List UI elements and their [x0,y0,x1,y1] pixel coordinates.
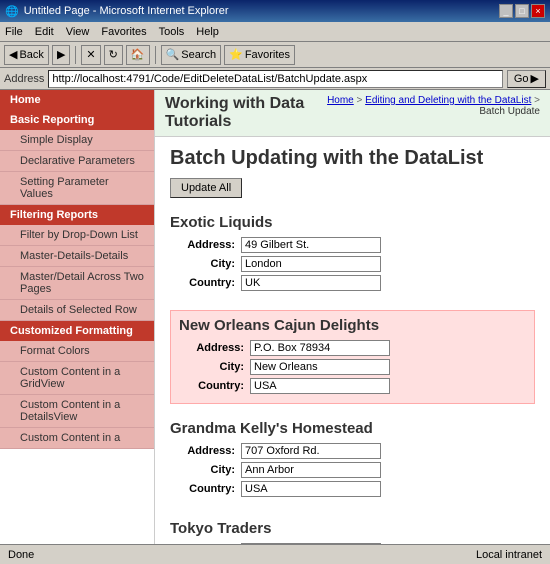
zone-text: Local intranet [476,549,542,561]
sidebar-item-custom-content-other[interactable]: Custom Content in a [0,428,154,449]
country-label-0: Country: [170,277,235,289]
site-title: Working with Data Tutorials [165,95,327,131]
city-label-2: City: [170,464,235,476]
menu-bar: File Edit View Favorites Tools Help [0,22,550,42]
sidebar-item-filter-dropdown[interactable]: Filter by Drop-Down List [0,225,154,246]
go-button[interactable]: Go ▶ [507,70,546,88]
sidebar-item-declarative-parameters[interactable]: Declarative Parameters [0,151,154,172]
sidebar-item-custom-content-detailsview[interactable]: Custom Content in a DetailsView [0,395,154,428]
page-header: Working with Data Tutorials Home > Editi… [155,90,550,137]
address-label-2: Address: [170,445,235,457]
address-row-2: Address: [170,443,535,459]
address-label-0: Address: [170,239,235,251]
country-row-0: Country: [170,275,535,291]
ie-icon: 🌐 [5,5,19,18]
sidebar-item-master-details[interactable]: Master-Details-Details [0,246,154,267]
address-input[interactable] [48,70,502,88]
window-controls: _ □ × [499,4,545,18]
company-block-0: Exotic Liquids Address: City: Country: [170,210,535,298]
address-label: Address [4,73,44,85]
search-icon: 🔍 [166,48,180,61]
back-button[interactable]: ◀ Back [4,45,49,65]
city-input-1[interactable] [250,359,390,375]
menu-tools[interactable]: Tools [159,26,185,38]
menu-view[interactable]: View [66,26,90,38]
favorites-icon: ⭐ [229,48,243,61]
address-label-1: Address: [179,342,244,354]
country-input-2[interactable] [241,481,381,497]
country-input-0[interactable] [241,275,381,291]
breadcrumb-section[interactable]: Editing and Deleting with the DataList [365,95,531,106]
address-bar: Address Go ▶ [0,68,550,90]
city-label-0: City: [170,258,235,270]
address-input-0[interactable] [241,237,381,253]
company-name-2: Grandma Kelly's Homestead [170,420,535,437]
page-title: Batch Updating with the DataList [170,147,535,170]
breadcrumb-current: Batch Update [479,106,540,117]
sidebar-home[interactable]: Home [0,90,154,110]
company-block-1: New Orleans Cajun Delights Address: City… [170,310,535,404]
status-text: Done [8,549,34,561]
search-button[interactable]: 🔍 Search [161,45,222,65]
content-area: Working with Data Tutorials Home > Editi… [155,90,550,544]
country-input-1[interactable] [250,378,390,394]
stop-button[interactable]: ✕ [81,45,100,65]
company-block-3: Tokyo Traders Address: City: [170,516,535,544]
breadcrumb: Home > Editing and Deleting with the Dat… [327,95,540,117]
company-name-3: Tokyo Traders [170,520,535,537]
back-icon: ◀ [9,48,17,61]
toolbar: ◀ Back ▶ ✕ ↻ 🏠 🔍 Search ⭐ Favorites [0,42,550,68]
sidebar-section-basic-reporting: Basic Reporting [0,110,154,130]
city-row-1: City: [179,359,526,375]
toolbar-separator-2 [155,46,156,64]
sidebar-item-master-detail-across[interactable]: Master/Detail Across Two Pages [0,267,154,300]
sidebar: Home Basic Reporting Simple Display Decl… [0,90,155,544]
title-bar-text: Untitled Page - Microsoft Internet Explo… [24,5,229,17]
address-input-1[interactable] [250,340,390,356]
address-row-1: Address: [179,340,526,356]
company-block-2: Grandma Kelly's Homestead Address: City:… [170,416,535,504]
country-label-2: Country: [170,483,235,495]
update-all-button[interactable]: Update All [170,178,242,198]
menu-edit[interactable]: Edit [35,26,54,38]
menu-file[interactable]: File [5,26,23,38]
address-input-2[interactable] [241,443,381,459]
city-label-1: City: [179,361,244,373]
sidebar-section-customized-formatting: Customized Formatting [0,321,154,341]
status-bar: Done Local intranet [0,544,550,564]
close-button[interactable]: × [531,4,545,18]
menu-favorites[interactable]: Favorites [101,26,146,38]
sidebar-section-filtering-reports: Filtering Reports [0,205,154,225]
company-name-1: New Orleans Cajun Delights [179,317,526,334]
title-bar: 🌐 Untitled Page - Microsoft Internet Exp… [0,0,550,22]
refresh-button[interactable]: ↻ [104,45,123,65]
address-row-0: Address: [170,237,535,253]
country-label-1: Country: [179,380,244,392]
sidebar-item-custom-content-gridview[interactable]: Custom Content in a GridView [0,362,154,395]
sidebar-item-format-colors[interactable]: Format Colors [0,341,154,362]
city-row-0: City: [170,256,535,272]
maximize-button[interactable]: □ [515,4,529,18]
forward-icon: ▶ [57,48,65,61]
city-row-2: City: [170,462,535,478]
go-arrow-icon: ▶ [531,72,539,85]
city-input-0[interactable] [241,256,381,272]
home-button[interactable]: 🏠 [126,45,150,65]
country-row-2: Country: [170,481,535,497]
menu-help[interactable]: Help [196,26,219,38]
forward-button[interactable]: ▶ [52,45,70,65]
sidebar-item-setting-parameter[interactable]: Setting Parameter Values [0,172,154,205]
favorites-button[interactable]: ⭐ Favorites [224,45,295,65]
main-area: Home Basic Reporting Simple Display Decl… [0,90,550,544]
minimize-button[interactable]: _ [499,4,513,18]
company-name-0: Exotic Liquids [170,214,535,231]
sidebar-item-details-selected-row[interactable]: Details of Selected Row [0,300,154,321]
city-input-2[interactable] [241,462,381,478]
country-row-1: Country: [179,378,526,394]
breadcrumb-home[interactable]: Home [327,95,354,106]
sidebar-item-simple-display[interactable]: Simple Display [0,130,154,151]
toolbar-separator-1 [75,46,76,64]
